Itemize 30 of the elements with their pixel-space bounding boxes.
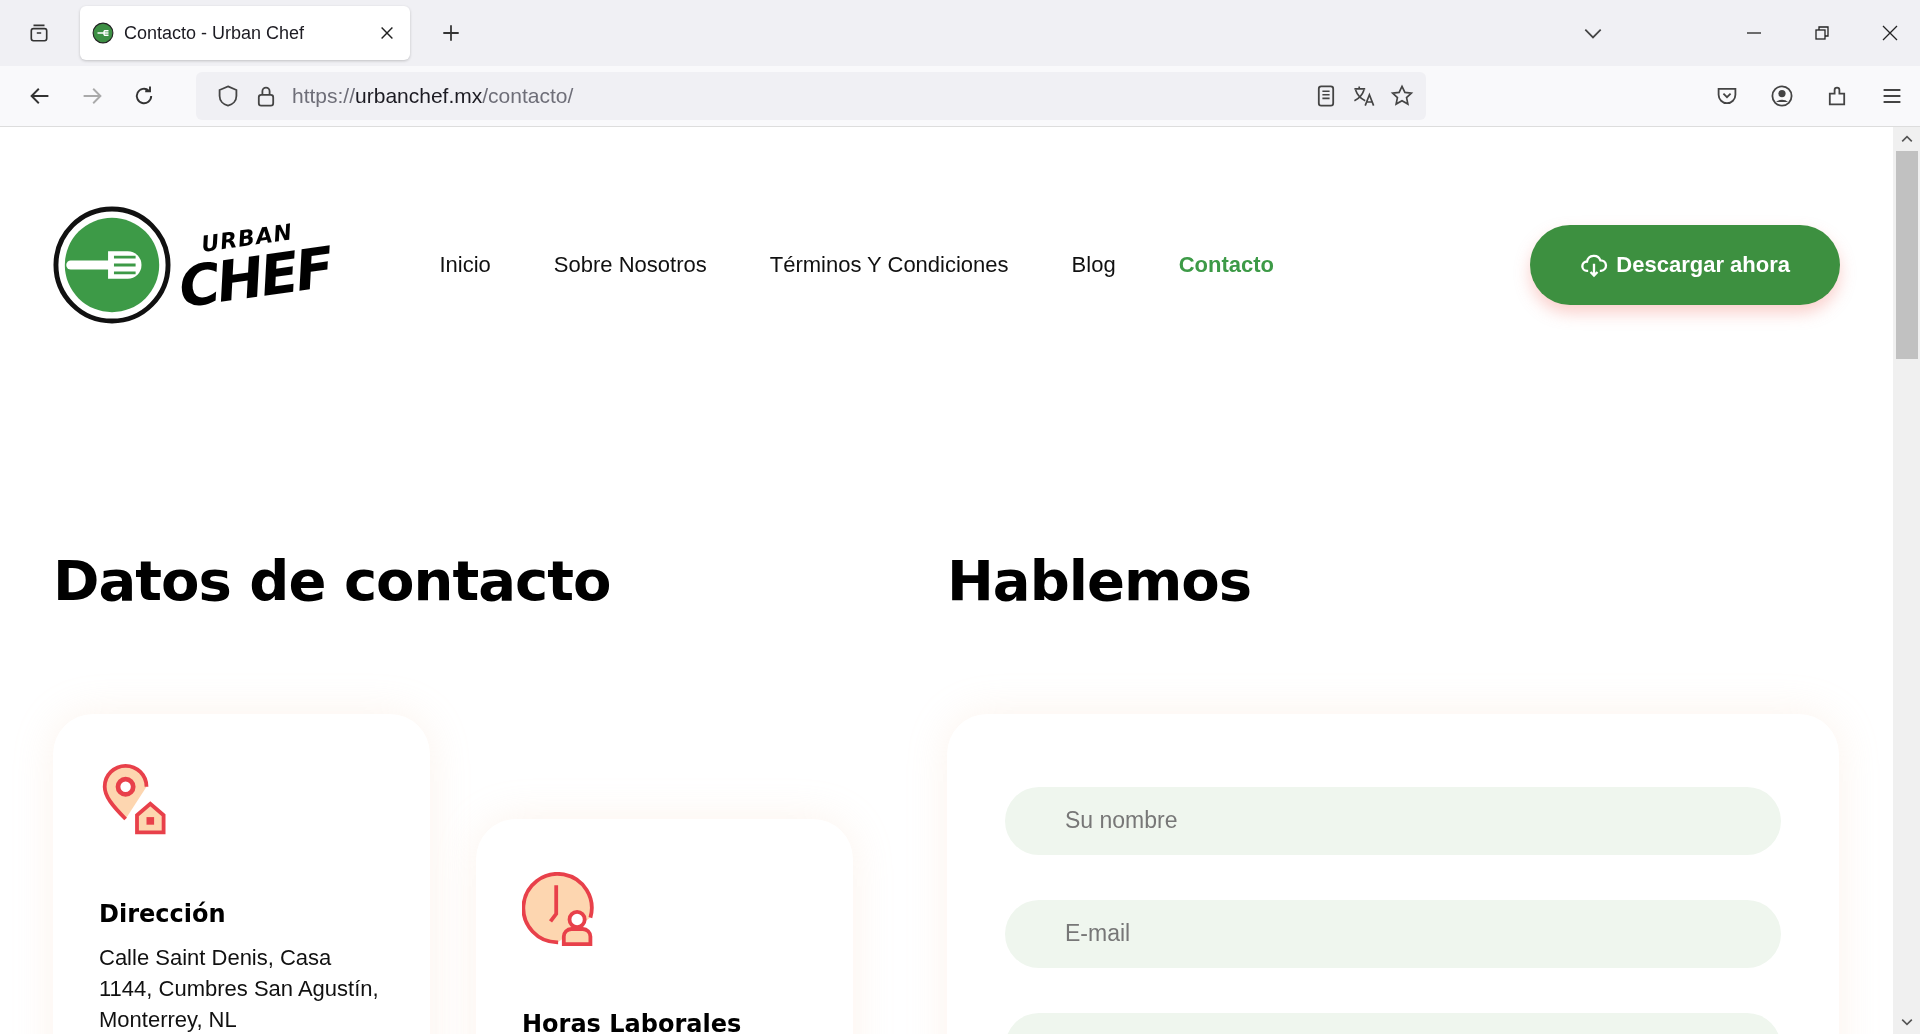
logo-icon bbox=[53, 206, 171, 324]
card-title: Horas Laborales bbox=[522, 1009, 743, 1034]
close-icon[interactable] bbox=[378, 24, 396, 42]
nav-link[interactable]: Términos Y Condiciones bbox=[769, 252, 1009, 278]
browser-tab[interactable]: Contacto - Urban Chef bbox=[80, 6, 410, 60]
close-icon[interactable] bbox=[1880, 23, 1900, 43]
tab-title: Contacto - Urban Chef bbox=[124, 22, 306, 44]
translate-icon[interactable] bbox=[1352, 84, 1376, 108]
shield-icon[interactable] bbox=[216, 84, 240, 108]
address-bar[interactable]: https://urbanchef.mx/contacto/ bbox=[196, 72, 1426, 120]
address-text: Calle Saint Denis, Casa 1144, Cumbres San Agustín, Monterrey, NL bbox=[99, 943, 380, 1034]
tab-list-icon[interactable] bbox=[28, 22, 50, 44]
section-heading: Hablemos bbox=[947, 550, 1253, 612]
input-field[interactable]: E-mail bbox=[1005, 899, 1781, 968]
star-icon[interactable] bbox=[1390, 84, 1414, 108]
nav-link[interactable]: Contacto bbox=[1178, 252, 1274, 278]
nav-link[interactable]: Blog bbox=[1071, 252, 1116, 278]
input-field[interactable]: Su nombre bbox=[1005, 786, 1781, 855]
card-title: Dirección bbox=[99, 899, 227, 928]
account-icon[interactable] bbox=[1770, 84, 1794, 108]
scrollbar[interactable] bbox=[1893, 127, 1920, 1034]
download-button[interactable]: Descargar ahora bbox=[1530, 225, 1840, 305]
fork-icon bbox=[92, 22, 114, 44]
restore-icon[interactable] bbox=[1812, 23, 1832, 43]
scrollbar-thumb[interactable] bbox=[1895, 151, 1918, 359]
new-tab-icon[interactable] bbox=[440, 22, 462, 44]
url-text: https://urbanchef.mx/contacto/ bbox=[292, 84, 574, 108]
nav-link[interactable]: Sobre Nosotros bbox=[553, 252, 707, 278]
nav-link[interactable]: Inicio bbox=[439, 252, 491, 278]
section-heading: Datos de contacto bbox=[53, 550, 612, 612]
